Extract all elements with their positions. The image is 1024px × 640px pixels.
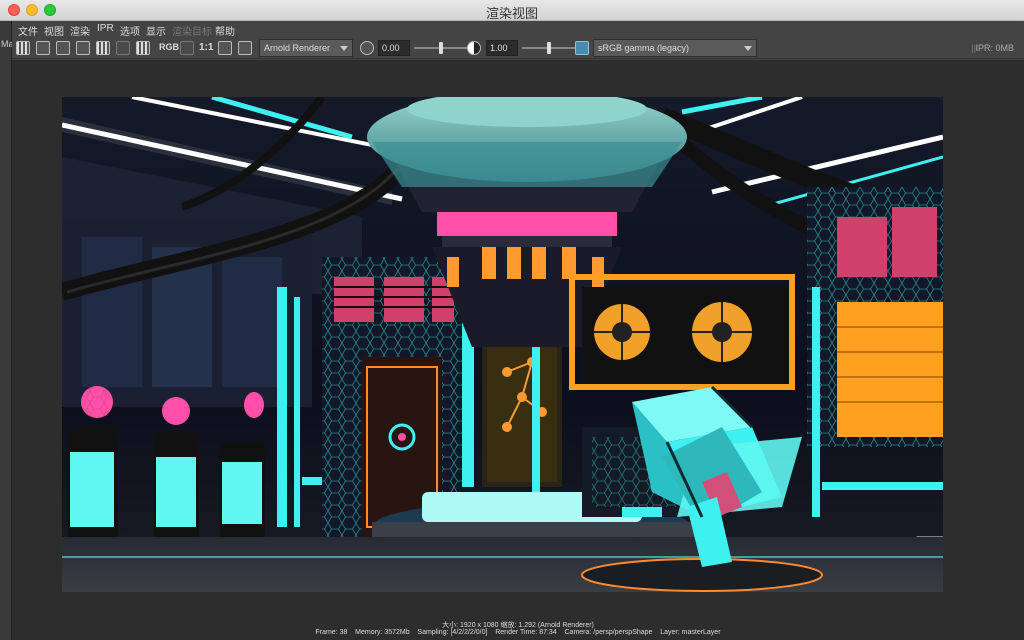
status-memory: Memory: 3572Mb [355, 629, 410, 636]
render-viewport[interactable] [12, 60, 1024, 620]
render-toolbar: RGB 1:1 Arnold Renderer 0.00 1.00 sRGB g… [12, 37, 1024, 59]
color-space-value: sRGB gamma (legacy) [598, 43, 690, 53]
render-region-icon[interactable] [36, 41, 50, 55]
rgb-channel-button[interactable]: RGB [159, 42, 179, 52]
window-title: 渲染视图 [485, 6, 538, 21]
exposure-icon[interactable] [360, 41, 374, 55]
menu-view[interactable]: 视图 [44, 23, 64, 38]
menu-display[interactable]: 显示 [146, 23, 166, 38]
menu-ipr[interactable]: IPR [97, 23, 114, 34]
redo-render-icon[interactable] [16, 41, 30, 55]
menu-options[interactable]: 选项 [120, 23, 140, 38]
menu-render[interactable]: 渲染 [70, 23, 90, 38]
status-frame: Frame: 38 [315, 629, 348, 636]
gamma-icon[interactable] [467, 41, 481, 55]
exposure-field[interactable]: 0.00 [378, 40, 410, 56]
ipr-memory-label: IPR: 0MB [975, 43, 1014, 53]
render-image-scene [62, 97, 943, 592]
renderer-select[interactable]: Arnold Renderer [259, 39, 353, 57]
chevron-down-icon [340, 46, 348, 51]
left-panel-strip: Ma [0, 21, 14, 640]
status-sampling: Sampling: [4/2/2/2/0/0] [417, 629, 488, 636]
rendered-image[interactable] [62, 97, 943, 592]
keep-image-icon[interactable] [218, 41, 232, 55]
gamma-slider-handle[interactable] [547, 42, 551, 54]
remove-image-icon[interactable] [238, 41, 252, 55]
snapshot-icon[interactable] [56, 41, 70, 55]
status-camera: Camera: /persp/perspShape [564, 629, 653, 636]
gamma-field[interactable]: 1.00 [486, 40, 518, 56]
real-size-button[interactable]: 1:1 [199, 42, 213, 53]
status-layer: Layer: masterLayer [660, 629, 721, 636]
render-view-window: 渲染视图 Ma 文件 视图 渲染 IPR 选项 显示 渲染目标 帮助 RGB 1… [0, 0, 1024, 640]
menu-help[interactable]: 帮助 [215, 23, 235, 38]
status-bar: 大小: 1920 x 1080 缩放: 1.292 (Arnold Render… [12, 620, 1024, 640]
view-transform-icon[interactable] [575, 41, 589, 55]
renderer-select-value: Arnold Renderer [264, 43, 331, 53]
menu-bar: 文件 视图 渲染 IPR 选项 显示 渲染目标 帮助 [12, 21, 1024, 38]
render-sequence-icon[interactable] [76, 41, 90, 55]
title-bar: 渲染视图 [0, 0, 1024, 21]
ipr-render-icon[interactable] [96, 41, 110, 55]
alpha-channel-icon[interactable] [180, 41, 194, 55]
color-space-select[interactable]: sRGB gamma (legacy) [593, 39, 757, 57]
refresh-ipr-icon [116, 41, 130, 55]
render-settings-icon[interactable] [136, 41, 150, 55]
menu-file[interactable]: 文件 [18, 23, 38, 38]
menu-render-target: 渲染目标 [172, 27, 212, 38]
exposure-slider-handle[interactable] [439, 42, 443, 54]
status-render-info: Frame: 38 Memory: 3572Mb Sampling: [4/2/… [12, 629, 1024, 636]
chevron-down-icon [744, 46, 752, 51]
status-render-time: Render Time: 87:34 [495, 629, 557, 636]
